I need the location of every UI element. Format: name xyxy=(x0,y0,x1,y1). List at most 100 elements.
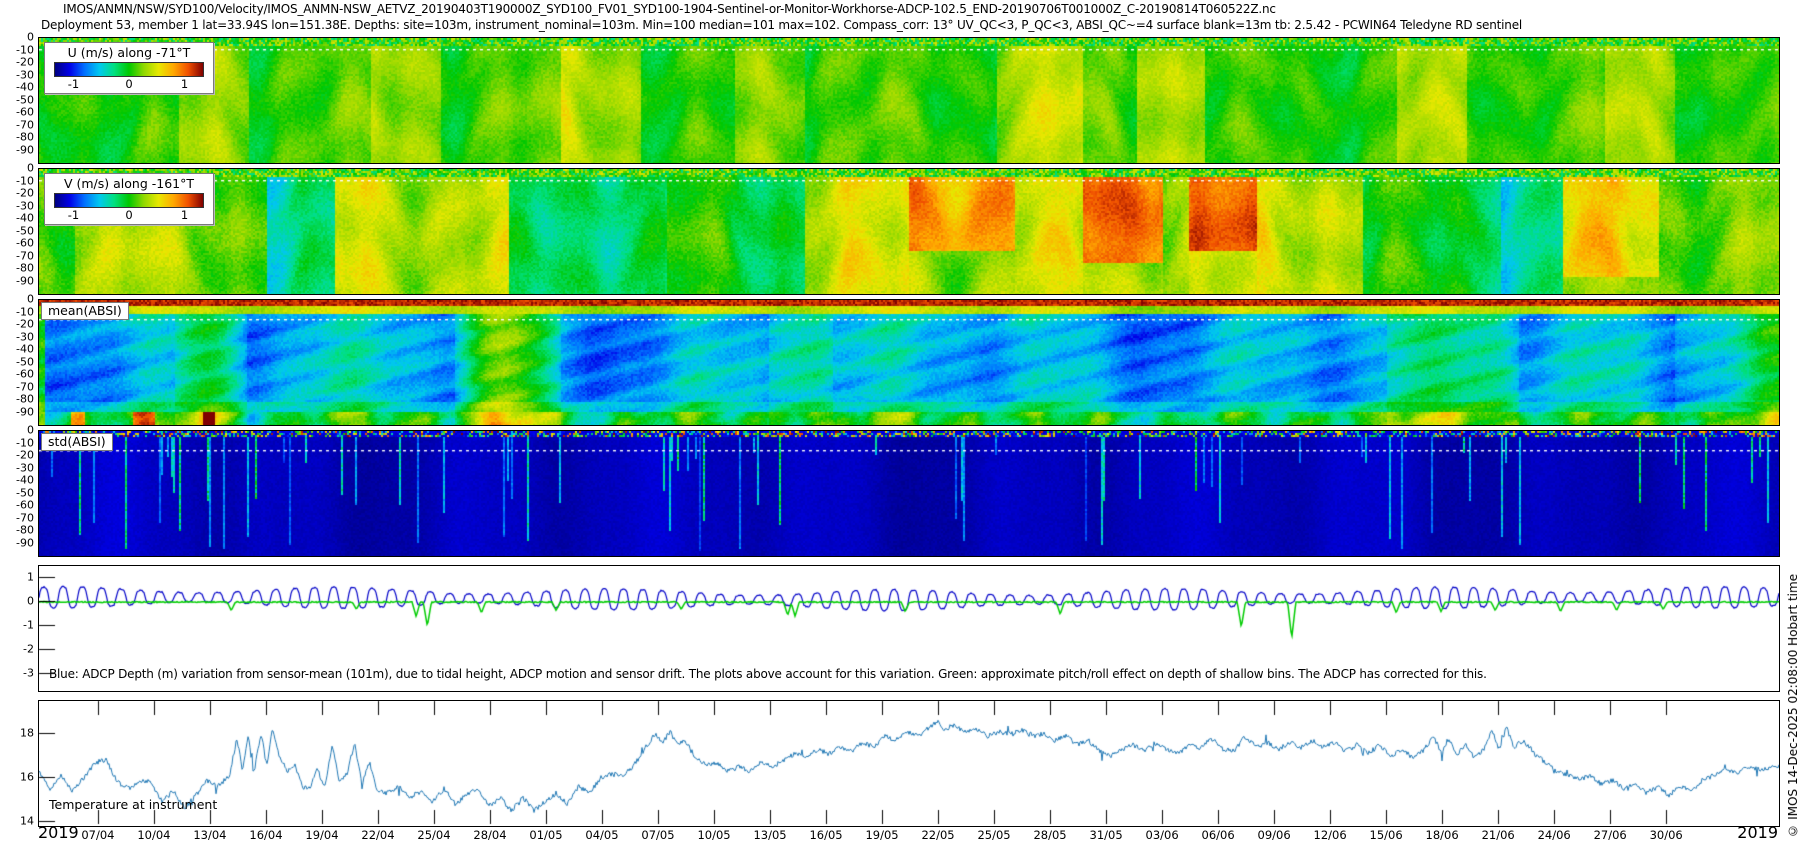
panel-depth-variation: Blue: ADCP Depth (m) variation from sens… xyxy=(38,565,1780,692)
xaxis-year-right: 2019 xyxy=(1737,823,1778,842)
axis-tick-label: 21/06 xyxy=(1482,828,1515,842)
axis-tick-label: 15/06 xyxy=(1370,828,1403,842)
axis-tick-label: 16 xyxy=(20,770,34,783)
v-legend-title: V (m/s) along -161°T xyxy=(49,176,209,192)
axis-tick-label: -40 xyxy=(16,474,34,487)
panel-std-absi: std(ABSI) xyxy=(38,430,1780,557)
axis-tick-label: 27/06 xyxy=(1594,828,1627,842)
colorbar-tick-label: 1 xyxy=(181,77,188,91)
axis-tick-label: -40 xyxy=(16,343,34,356)
panel-u-velocity: U (m/s) along -71°T -1 0 1 xyxy=(38,37,1780,164)
axis-tick-label: 22/05 xyxy=(921,828,954,842)
u-legend-title: U (m/s) along -71°T xyxy=(49,45,209,61)
axis-tick-label: -90 xyxy=(16,405,34,418)
axis-tick-label: 0 xyxy=(27,162,34,175)
axis-tick-label: -10 xyxy=(16,174,34,187)
axis-tick-label: 07/04 xyxy=(81,828,114,842)
axis-tick-label: 07/05 xyxy=(641,828,674,842)
axis-tick-label: -60 xyxy=(16,368,34,381)
axis-tick-label: -40 xyxy=(16,81,34,94)
colorbar-tick-label: 0 xyxy=(125,77,132,91)
axis-tick-label: -10 xyxy=(16,305,34,318)
depth-variation-annotation: Blue: ADCP Depth (m) variation from sens… xyxy=(49,667,1487,681)
axis-tick-label: -50 xyxy=(16,224,34,237)
colorbar-tick-label: 0 xyxy=(125,208,132,222)
axis-tick-label: -70 xyxy=(16,249,34,262)
axis-tick-label: 19/04 xyxy=(305,828,338,842)
axis-tick-label: -90 xyxy=(16,536,34,549)
axis-tick-label: 16/04 xyxy=(249,828,282,842)
u-colorbar-gradient xyxy=(54,62,204,77)
axis-tick-label: -60 xyxy=(16,499,34,512)
panel-temperature: Temperature at instrument xyxy=(38,700,1780,827)
axis-tick-label: -70 xyxy=(16,380,34,393)
axis-tick-label: -50 xyxy=(16,355,34,368)
figure-title-filename: IMOS/ANMN/NSW/SYD100/Velocity/IMOS_ANMN-… xyxy=(63,2,1276,16)
axis-tick-label: -30 xyxy=(16,330,34,343)
temperature-label: Temperature at instrument xyxy=(49,797,217,812)
axis-tick-label: -10 xyxy=(16,43,34,56)
axis-tick-label: -60 xyxy=(16,237,34,250)
panel-mean-absi: mean(ABSI) xyxy=(38,299,1780,426)
axis-tick-label: 13/04 xyxy=(193,828,226,842)
adcp-summary-figure: IMOS/ANMN/NSW/SYD100/Velocity/IMOS_ANMN-… xyxy=(0,0,1800,850)
axis-tick-label: -90 xyxy=(16,274,34,287)
colorbar-tick-label: 1 xyxy=(181,208,188,222)
axis-tick-label: 28/05 xyxy=(1033,828,1066,842)
figure-subtitle-deployment: Deployment 53, member 1 lat=33.94S lon=1… xyxy=(41,18,1522,32)
axis-tick-label: -60 xyxy=(16,106,34,119)
std-absi-heatmap xyxy=(39,431,1779,556)
axis-tick-label: 03/06 xyxy=(1146,828,1179,842)
v-colorbar-gradient xyxy=(54,193,204,208)
axis-tick-label: 25/04 xyxy=(417,828,450,842)
axis-tick-label: 01/05 xyxy=(529,828,562,842)
axis-tick-label: -20 xyxy=(16,318,34,331)
axis-tick-label: 06/06 xyxy=(1202,828,1235,842)
axis-tick-label: -80 xyxy=(16,131,34,144)
axis-tick-label: -80 xyxy=(16,393,34,406)
axis-tick-label: 25/05 xyxy=(977,828,1010,842)
axis-tick-label: 10/04 xyxy=(137,828,170,842)
axis-tick-label: 30/06 xyxy=(1650,828,1683,842)
axis-tick-label: -30 xyxy=(16,199,34,212)
axis-tick-label: -80 xyxy=(16,524,34,537)
axis-tick-label: 18/06 xyxy=(1426,828,1459,842)
xaxis-year-left: 2019 xyxy=(38,823,79,842)
axis-tick-label: -1 xyxy=(23,619,34,632)
u-colorbar-legend: U (m/s) along -71°T -1 0 1 xyxy=(44,42,214,94)
axis-tick-label: 18 xyxy=(20,726,34,739)
axis-tick-label: -20 xyxy=(16,56,34,69)
mean-absi-heatmap xyxy=(39,300,1779,425)
axis-tick-label: -50 xyxy=(16,486,34,499)
axis-tick-label: -40 xyxy=(16,212,34,225)
axis-tick-label: 31/05 xyxy=(1090,828,1123,842)
axis-tick-label: 28/04 xyxy=(473,828,506,842)
u-velocity-heatmap xyxy=(39,38,1779,163)
axis-tick-label: 0 xyxy=(27,424,34,437)
axis-tick-label: 14 xyxy=(20,814,34,827)
axis-tick-label: -2 xyxy=(23,643,34,656)
axis-tick-label: 22/04 xyxy=(361,828,394,842)
imos-watermark: © IMOS 14-Dec-2025 02:08:00 Hobart time xyxy=(1786,574,1800,838)
axis-tick-label: 09/06 xyxy=(1258,828,1291,842)
axis-tick-label: -70 xyxy=(16,118,34,131)
axis-tick-label: 13/05 xyxy=(753,828,786,842)
axis-tick-label: -3 xyxy=(23,667,34,680)
axis-tick-label: 0 xyxy=(27,293,34,306)
panel-v-velocity: V (m/s) along -161°T -1 0 1 xyxy=(38,168,1780,295)
axis-tick-label: -80 xyxy=(16,262,34,275)
temperature-lineplot xyxy=(39,701,1779,826)
axis-tick-label: 12/06 xyxy=(1314,828,1347,842)
colorbar-tick-label: -1 xyxy=(68,208,79,222)
axis-tick-label: -30 xyxy=(16,461,34,474)
axis-tick-label: -50 xyxy=(16,93,34,106)
std-absi-label: std(ABSI) xyxy=(41,433,113,451)
v-colorbar-ticks: -1 0 1 xyxy=(54,208,204,222)
v-colorbar-legend: V (m/s) along -161°T -1 0 1 xyxy=(44,173,214,225)
axis-tick-label: 0 xyxy=(27,31,34,44)
v-velocity-heatmap xyxy=(39,169,1779,294)
axis-tick-label: 16/05 xyxy=(809,828,842,842)
axis-tick-label: 10/05 xyxy=(697,828,730,842)
axis-tick-label: 0 xyxy=(27,595,34,608)
axis-tick-label: 19/05 xyxy=(865,828,898,842)
